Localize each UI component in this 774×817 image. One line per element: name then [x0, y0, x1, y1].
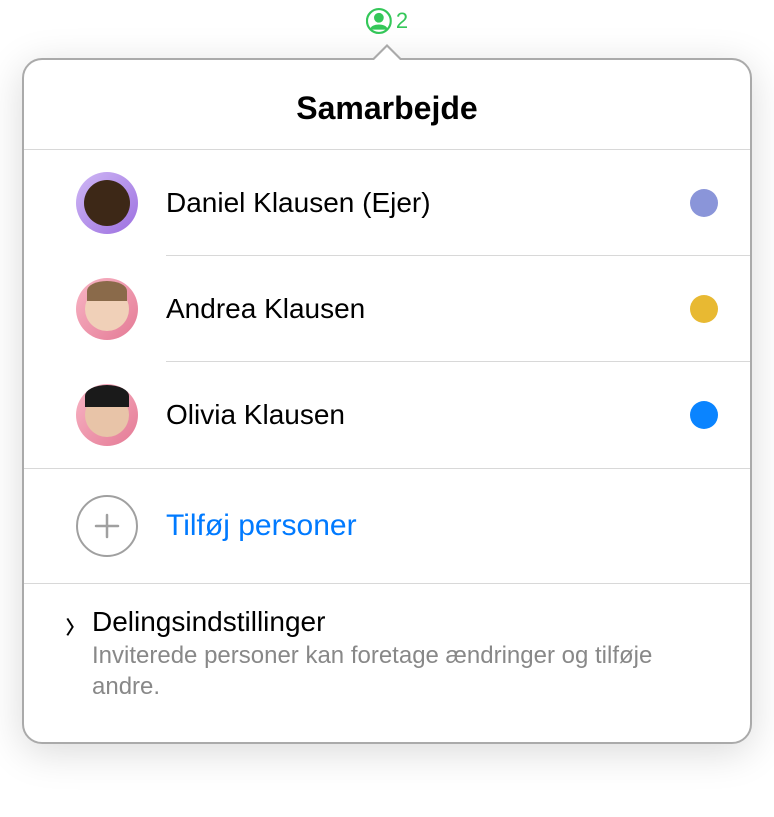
person-badge-icon: [366, 8, 392, 34]
plus-circle-icon: [76, 495, 138, 557]
add-people-label: Tilføj personer: [166, 509, 357, 543]
avatar: [76, 278, 138, 340]
presence-color-dot: [690, 295, 718, 323]
collaborator-list: Daniel Klausen (Ejer) Andrea Klausen Oli…: [24, 150, 750, 469]
collaborator-count: 2: [396, 8, 408, 34]
sharing-settings-button[interactable]: 〉 Delingsindstillinger Inviterede person…: [24, 584, 750, 742]
add-people-button[interactable]: Tilføj personer: [24, 469, 750, 584]
presence-color-dot: [690, 189, 718, 217]
avatar: [76, 172, 138, 234]
settings-title: Delingsindstillinger: [92, 606, 718, 638]
collaborator-row[interactable]: Olivia Klausen: [24, 362, 750, 469]
presence-color-dot: [690, 401, 718, 429]
collaborator-row[interactable]: Daniel Klausen (Ejer): [24, 150, 750, 256]
collaboration-indicator[interactable]: 2: [366, 8, 408, 34]
collaborator-name: Daniel Klausen (Ejer): [166, 187, 431, 219]
collaborator-name: Olivia Klausen: [166, 399, 345, 431]
collaboration-popover: Samarbejde Daniel Klausen (Ejer) Andrea …: [22, 58, 752, 744]
avatar: [76, 384, 138, 446]
popover-title: Samarbejde: [24, 90, 750, 127]
settings-description: Inviterede personer kan foretage ændring…: [92, 640, 718, 702]
chevron-right-icon: 〉: [66, 614, 84, 640]
collaborator-row[interactable]: Andrea Klausen: [24, 256, 750, 362]
collaborator-name: Andrea Klausen: [166, 293, 365, 325]
popover-header: Samarbejde: [24, 60, 750, 150]
